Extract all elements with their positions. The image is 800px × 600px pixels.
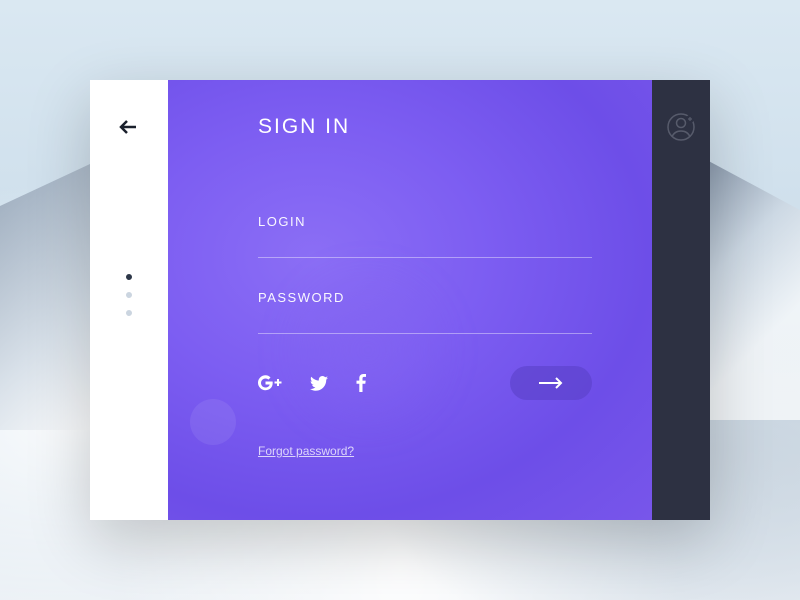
dot-3[interactable] xyxy=(126,310,132,316)
signin-card: SIGN IN LOGIN PASSWORD xyxy=(90,80,710,520)
actions-row xyxy=(258,366,592,400)
facebook-icon xyxy=(356,374,366,392)
submit-button[interactable] xyxy=(510,366,592,400)
arrow-left-icon xyxy=(117,115,141,139)
main-panel: SIGN IN LOGIN PASSWORD xyxy=(168,80,652,520)
twitter-button[interactable] xyxy=(310,376,328,391)
left-sidebar xyxy=(90,80,168,520)
facebook-button[interactable] xyxy=(356,374,366,392)
add-user-button[interactable] xyxy=(666,112,696,142)
forgot-password-link[interactable]: Forgot password? xyxy=(258,444,354,458)
google-plus-button[interactable] xyxy=(258,375,282,391)
password-input[interactable] xyxy=(258,311,592,334)
password-field-group: PASSWORD xyxy=(258,290,592,334)
user-add-icon xyxy=(666,112,696,142)
arrow-right-icon xyxy=(537,376,565,390)
login-field-group: LOGIN xyxy=(258,214,592,258)
dot-1[interactable] xyxy=(126,274,132,280)
password-label: PASSWORD xyxy=(258,290,592,305)
twitter-icon xyxy=(310,376,328,391)
signin-form: LOGIN PASSWORD xyxy=(258,214,592,460)
page-title: SIGN IN xyxy=(258,115,592,139)
back-button[interactable] xyxy=(117,115,141,139)
right-sidebar xyxy=(652,80,710,520)
social-buttons xyxy=(258,374,366,392)
pagination-dots xyxy=(126,274,132,316)
login-input[interactable] xyxy=(258,235,592,258)
login-label: LOGIN xyxy=(258,214,592,229)
decorative-circle xyxy=(190,399,236,445)
dot-2[interactable] xyxy=(126,292,132,298)
google-plus-icon xyxy=(258,375,282,391)
